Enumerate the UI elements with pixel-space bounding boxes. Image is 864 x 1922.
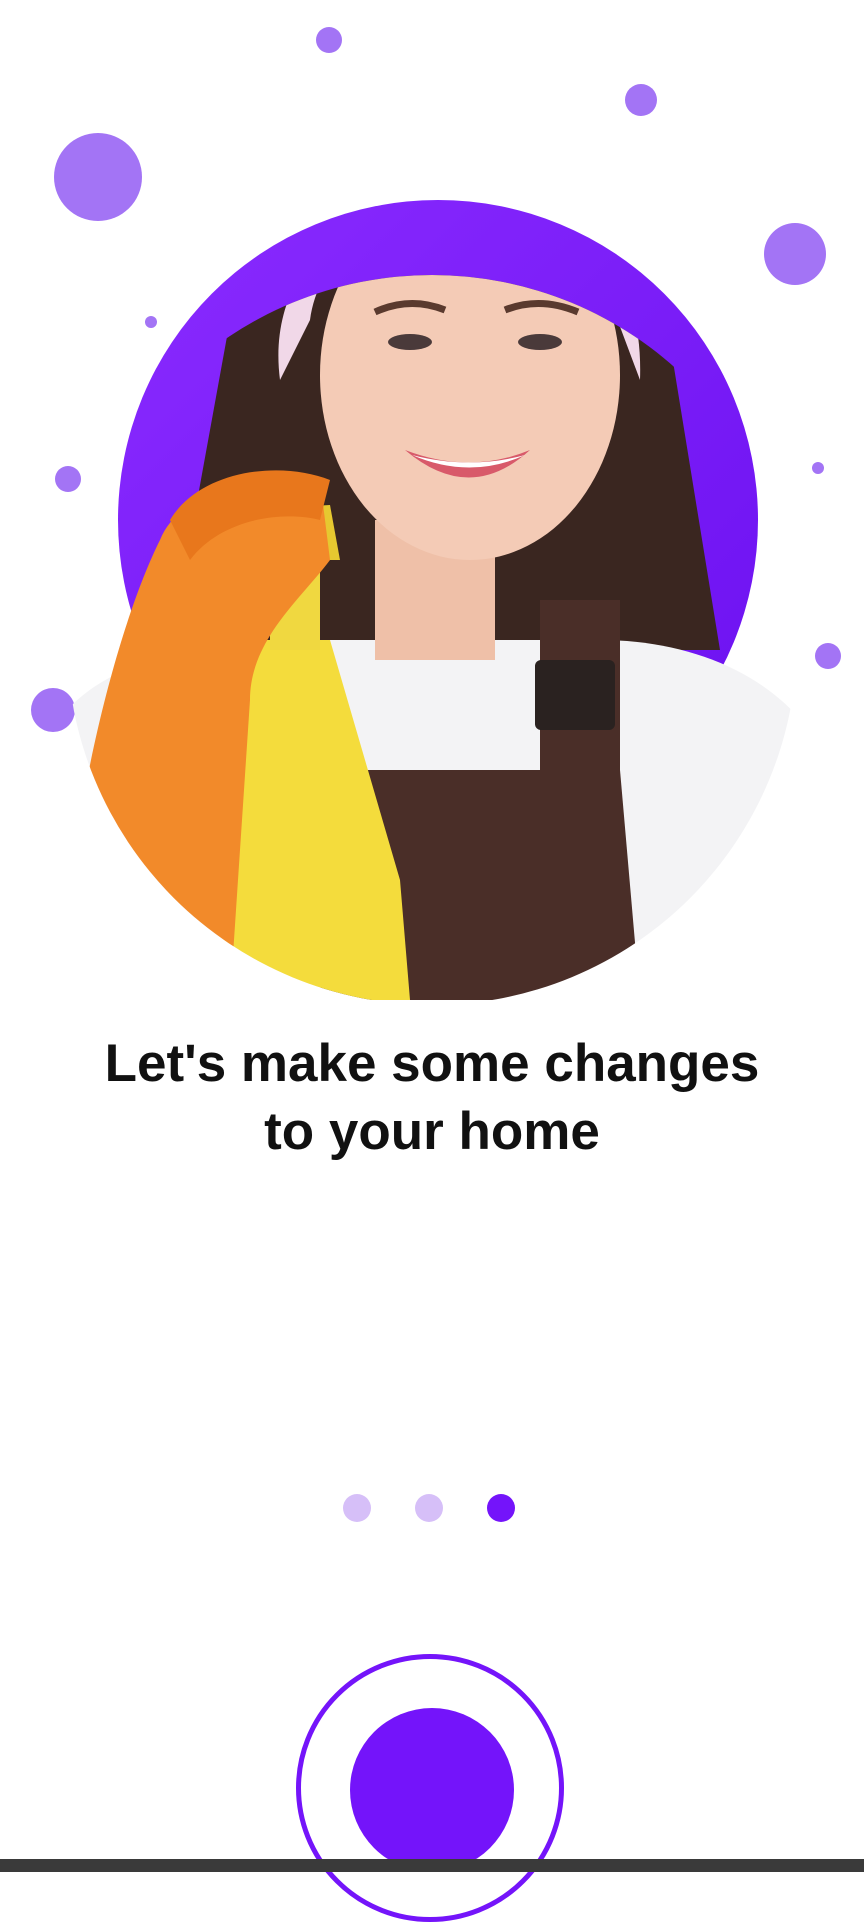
page-dot-2[interactable] <box>415 1494 443 1522</box>
onboarding-headline: Let's make some changes to your home <box>60 1030 804 1166</box>
bubble <box>764 223 826 285</box>
bubble <box>54 133 142 221</box>
bubble <box>316 27 342 53</box>
bubble <box>812 462 824 474</box>
hero-svg <box>31 27 841 1000</box>
headline-line: Let's make some changes <box>104 1034 760 1093</box>
system-navigation-bar <box>0 1859 864 1872</box>
bubble <box>31 688 75 732</box>
next-button[interactable] <box>350 1708 514 1872</box>
headline-line: to your home <box>264 1102 600 1161</box>
bubble <box>625 84 657 116</box>
page-dot-1[interactable] <box>343 1494 371 1522</box>
page-indicator <box>0 1494 864 1522</box>
hero-illustration <box>0 0 864 1000</box>
page-dot-3-active[interactable] <box>487 1494 515 1522</box>
bubble <box>55 466 81 492</box>
bubble <box>815 643 841 669</box>
bubble <box>145 316 157 328</box>
